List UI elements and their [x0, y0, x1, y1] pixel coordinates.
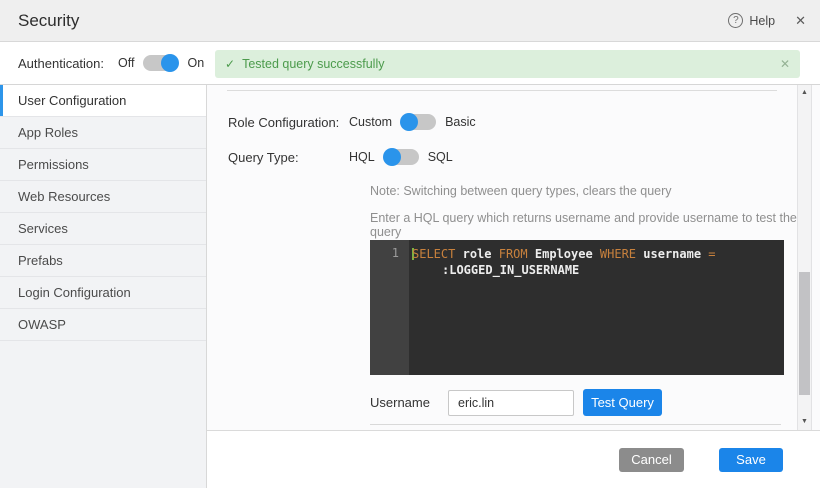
username-row: Username Test Query — [370, 389, 820, 416]
dialog-body: User Configuration App Roles Permissions We… — [0, 85, 820, 488]
sidebar-item-owasp[interactable]: OWASP — [0, 309, 206, 341]
sidebar-item-label: Prefabs — [18, 253, 63, 268]
sidebar-item-login-configuration[interactable]: Login Configuration — [0, 277, 206, 309]
scrollbar-thumb[interactable] — [799, 272, 810, 395]
sidebar-item-label: Services — [18, 221, 68, 236]
sidebar-item-web-resources[interactable]: Web Resources — [0, 181, 206, 213]
query-type-control: HQL SQL — [349, 149, 453, 165]
sidebar-item-permissions[interactable]: Permissions — [0, 149, 206, 181]
toggle-knob — [383, 148, 401, 166]
role-custom-label: Custom — [349, 115, 392, 129]
save-button[interactable]: Save — [719, 448, 783, 472]
bottom-divider — [370, 424, 781, 425]
code-token: WHERE — [600, 247, 636, 261]
query-sql-label: SQL — [428, 150, 453, 164]
query-type-label: Query Type: — [207, 150, 349, 165]
sidebar: User Configuration App Roles Permissions We… — [0, 85, 207, 488]
code-token: role — [463, 247, 492, 261]
test-query-button[interactable]: Test Query — [583, 389, 662, 416]
sidebar-item-user-configuration[interactable]: User Configuration — [0, 85, 206, 117]
authentication-on-label: On — [187, 56, 204, 70]
sidebar-item-label: App Roles — [18, 125, 78, 140]
code-token — [528, 247, 535, 261]
query-hint: Enter a HQL query which returns username… — [370, 211, 820, 227]
role-configuration-control: Custom Basic — [349, 114, 476, 130]
code-token: username — [643, 247, 701, 261]
code-line: :LOGGED_IN_USERNAME — [412, 262, 780, 278]
banner-message: Tested query successfully — [242, 57, 384, 71]
line-number: 1 — [392, 246, 399, 260]
code-token — [492, 247, 499, 261]
sidebar-item-label: OWASP — [18, 317, 66, 332]
sidebar-item-label: User Configuration — [18, 93, 126, 108]
sidebar-item-services[interactable]: Services — [0, 213, 206, 245]
authentication-bar: Authentication: Off On ✓ Tested query su… — [0, 42, 820, 85]
help-icon[interactable]: ? — [728, 13, 743, 28]
cancel-button[interactable]: Cancel — [619, 448, 684, 472]
vertical-scrollbar[interactable]: ▲ ▼ — [797, 85, 812, 430]
security-dialog: Security ? Help ✕ Authentication: Off On… — [0, 0, 820, 488]
dialog-footer: Cancel Save — [207, 430, 820, 488]
scrollbar-down-icon[interactable]: ▼ — [798, 416, 811, 428]
role-configuration-toggle[interactable] — [401, 114, 436, 130]
role-configuration-row: Role Configuration: Custom Basic — [207, 112, 820, 132]
query-type-row: Query Type: HQL SQL — [207, 147, 820, 167]
sidebar-item-label: Permissions — [18, 157, 89, 172]
sidebar-item-app-roles[interactable]: App Roles — [0, 117, 206, 149]
success-banner: ✓ Tested query successfully ✕ — [215, 50, 800, 78]
code-token — [455, 247, 462, 261]
authentication-label: Authentication: — [18, 56, 104, 71]
header-actions: ? Help ✕ — [728, 13, 820, 29]
sidebar-item-label: Web Resources — [18, 189, 110, 204]
toggle-knob — [161, 54, 179, 72]
content-scroll-area: Role Configuration: Custom Basic Query T… — [207, 85, 820, 430]
code-token: SELECT — [412, 247, 455, 261]
toggle-knob — [400, 113, 418, 131]
code-token: = — [708, 247, 715, 261]
check-icon: ✓ — [225, 57, 235, 71]
scrollbar-up-icon[interactable]: ▲ — [798, 87, 811, 99]
code-line: SELECT role FROM Employee WHERE username… — [412, 246, 780, 262]
username-label: Username — [370, 395, 448, 410]
authentication-toggle[interactable] — [143, 55, 178, 71]
username-input[interactable] — [448, 390, 574, 416]
page-title: Security — [0, 11, 79, 31]
editor-gutter: 1 — [370, 240, 409, 375]
code-token: Employee — [535, 247, 593, 261]
code-token: :LOGGED_IN_USERNAME — [442, 263, 579, 277]
dialog-header: Security ? Help ✕ — [0, 0, 820, 42]
main-panel: Role Configuration: Custom Basic Query T… — [207, 85, 820, 488]
role-basic-label: Basic — [445, 115, 476, 129]
sidebar-item-prefabs[interactable]: Prefabs — [0, 245, 206, 277]
role-configuration-label: Role Configuration: — [207, 115, 349, 130]
close-icon[interactable]: ✕ — [795, 13, 806, 29]
sidebar-item-label: Login Configuration — [18, 285, 131, 300]
editor-code-area[interactable]: SELECT role FROM Employee WHERE username… — [409, 240, 784, 375]
banner-close-icon[interactable]: ✕ — [780, 57, 790, 71]
query-hql-label: HQL — [349, 150, 375, 164]
code-token — [593, 247, 600, 261]
code-token: FROM — [499, 247, 528, 261]
query-code-editor[interactable]: 1 SELECT role FROM Employee WHERE userna… — [370, 240, 784, 375]
authentication-off-label: Off — [118, 56, 134, 70]
help-link[interactable]: Help — [749, 14, 775, 28]
top-divider — [227, 90, 777, 91]
query-type-note: Note: Switching between query types, cle… — [370, 184, 820, 200]
query-type-toggle[interactable] — [384, 149, 419, 165]
